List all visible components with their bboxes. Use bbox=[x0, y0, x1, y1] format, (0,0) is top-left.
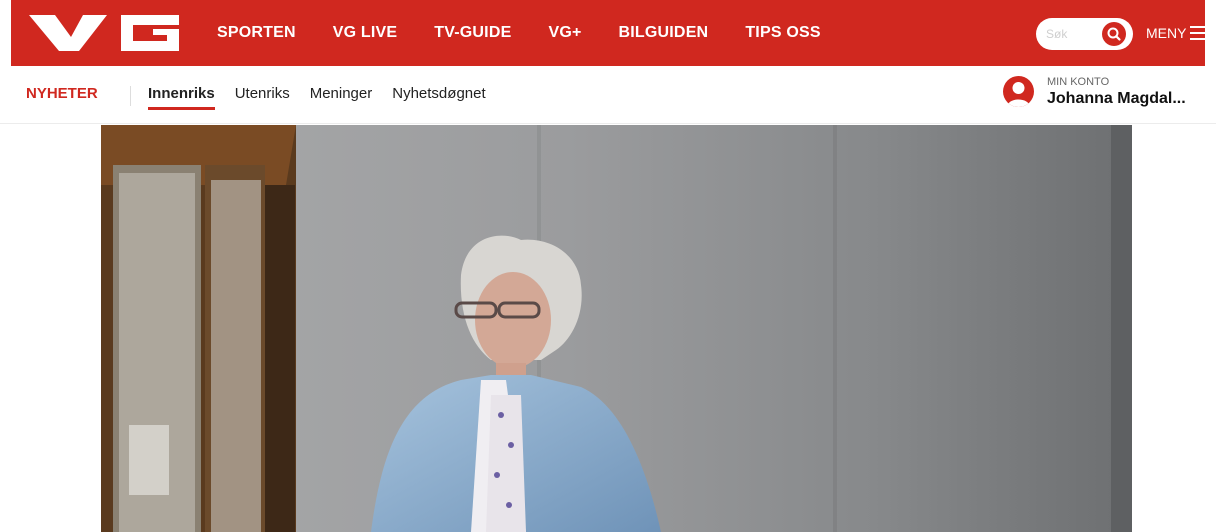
account-name: Johanna Magdal... bbox=[1047, 90, 1186, 107]
section-tabs: Innenriks Utenriks Meninger Nyhetsdøgnet bbox=[148, 85, 506, 110]
tab-nyhetsdognet[interactable]: Nyhetsdøgnet bbox=[392, 85, 485, 110]
nav-link-tips-oss[interactable]: TIPS OSS bbox=[745, 24, 820, 42]
section-title[interactable]: NYHETER bbox=[26, 85, 98, 102]
tab-meninger[interactable]: Meninger bbox=[310, 85, 373, 110]
hamburger-icon bbox=[1190, 26, 1209, 40]
top-bar-background: SPORTEN VG LIVE TV-GUIDE VG+ BILGUIDEN T… bbox=[11, 0, 1205, 66]
menu-button[interactable]: MENY bbox=[1146, 0, 1209, 66]
search-icon bbox=[1107, 27, 1121, 41]
top-navigation-bar: SPORTEN VG LIVE TV-GUIDE VG+ BILGUIDEN T… bbox=[0, 0, 1216, 70]
section-nav: NYHETER Innenriks Utenriks Meninger Nyhe… bbox=[0, 70, 1216, 124]
nav-link-vg-plus[interactable]: VG+ bbox=[548, 24, 581, 42]
nav-link-sporten[interactable]: SPORTEN bbox=[217, 24, 296, 42]
hero-image[interactable] bbox=[101, 125, 1132, 532]
account-label: MIN KONTO bbox=[1047, 76, 1110, 88]
tab-innenriks[interactable]: Innenriks bbox=[148, 85, 215, 110]
search-input[interactable] bbox=[1046, 24, 1102, 44]
primary-nav: SPORTEN VG LIVE TV-GUIDE VG+ BILGUIDEN T… bbox=[217, 0, 858, 66]
account-menu[interactable]: MIN KONTO Johanna Magdal... bbox=[1003, 76, 1203, 118]
tab-utenriks[interactable]: Utenriks bbox=[235, 85, 290, 110]
nav-link-tv-guide[interactable]: TV-GUIDE bbox=[434, 24, 511, 42]
hero-photo bbox=[101, 125, 1132, 532]
user-avatar-icon bbox=[1003, 76, 1034, 107]
search-button[interactable] bbox=[1102, 22, 1126, 46]
vg-logo[interactable] bbox=[29, 13, 189, 53]
nav-link-vg-live[interactable]: VG LIVE bbox=[333, 24, 398, 42]
menu-label: MENY bbox=[1146, 25, 1187, 41]
section-divider bbox=[130, 86, 131, 106]
nav-link-bilguiden[interactable]: BILGUIDEN bbox=[619, 24, 709, 42]
